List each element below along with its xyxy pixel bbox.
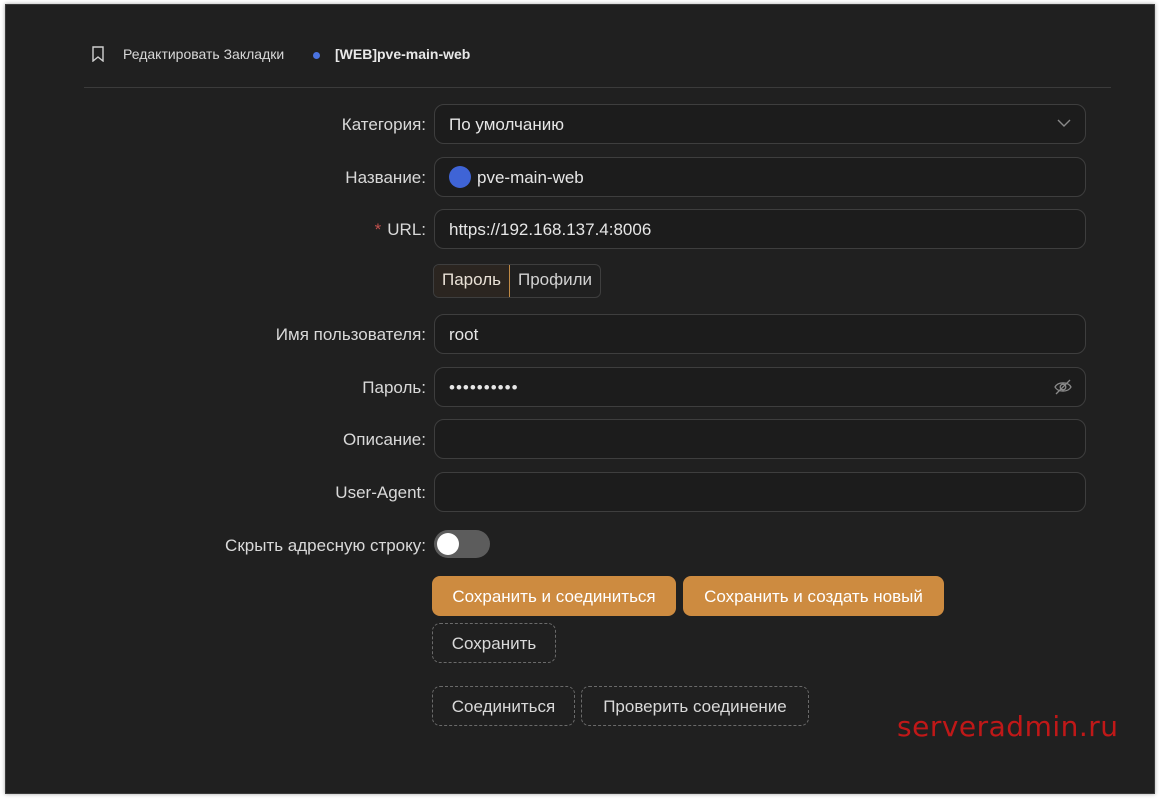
tab-profiles[interactable]: Профили (510, 265, 600, 297)
url-field[interactable]: https://192.168.137.4:8006 (434, 209, 1086, 249)
chevron-down-icon (1057, 119, 1071, 127)
description-field[interactable] (434, 419, 1086, 459)
toggle-knob (437, 533, 459, 555)
category-value: По умолчанию (449, 115, 564, 134)
tab-indicator-dot (313, 52, 320, 59)
save-and-connect-button[interactable]: Сохранить и соединиться (432, 576, 676, 616)
color-picker-dot[interactable] (449, 166, 471, 188)
hide-address-bar-label: Скрыть адресную строку: (225, 536, 426, 555)
required-mark: * (374, 220, 382, 239)
connect-button[interactable]: Соединиться (432, 686, 575, 726)
username-field[interactable]: root (434, 314, 1086, 354)
tab-password[interactable]: Пароль (434, 265, 510, 297)
username-label: Имя пользователя: (275, 325, 426, 344)
name-label: Название: (345, 168, 426, 187)
save-and-create-new-button[interactable]: Сохранить и создать новый (683, 576, 944, 616)
header-divider (84, 87, 1111, 88)
password-field[interactable]: •••••••••• (434, 367, 1086, 407)
user-agent-label: User-Agent: (335, 483, 426, 502)
header: Редактировать Закладки [WEB]pve-main-web (6, 5, 1154, 91)
username-value: root (449, 325, 479, 344)
watermark: serveradmin.ru (897, 710, 1119, 743)
description-label: Описание: (343, 430, 426, 449)
url-label: * URL: (375, 219, 426, 241)
name-field[interactable]: pve-main-web (434, 157, 1086, 197)
bookmark-icon (92, 46, 104, 62)
save-button[interactable]: Сохранить (432, 623, 556, 663)
test-connection-button[interactable]: Проверить соединение (581, 686, 809, 726)
url-value: https://192.168.137.4:8006 (449, 220, 652, 239)
url-label-text: URL: (387, 220, 426, 239)
user-agent-field[interactable] (434, 472, 1086, 512)
eye-off-icon[interactable] (1053, 378, 1073, 396)
edit-bookmark-window: Редактировать Закладки [WEB]pve-main-web… (5, 4, 1155, 794)
page-title: Редактировать Закладки (123, 46, 285, 62)
password-label: Пароль: (362, 378, 426, 397)
hide-address-bar-toggle[interactable] (434, 530, 490, 558)
tab-title[interactable]: [WEB]pve-main-web (335, 45, 470, 63)
category-label: Категория: (341, 115, 426, 134)
password-value: •••••••••• (449, 378, 519, 397)
category-select[interactable]: По умолчанию (434, 104, 1086, 144)
name-value: pve-main-web (477, 168, 584, 187)
auth-type-switch: Пароль Профили (433, 264, 602, 298)
